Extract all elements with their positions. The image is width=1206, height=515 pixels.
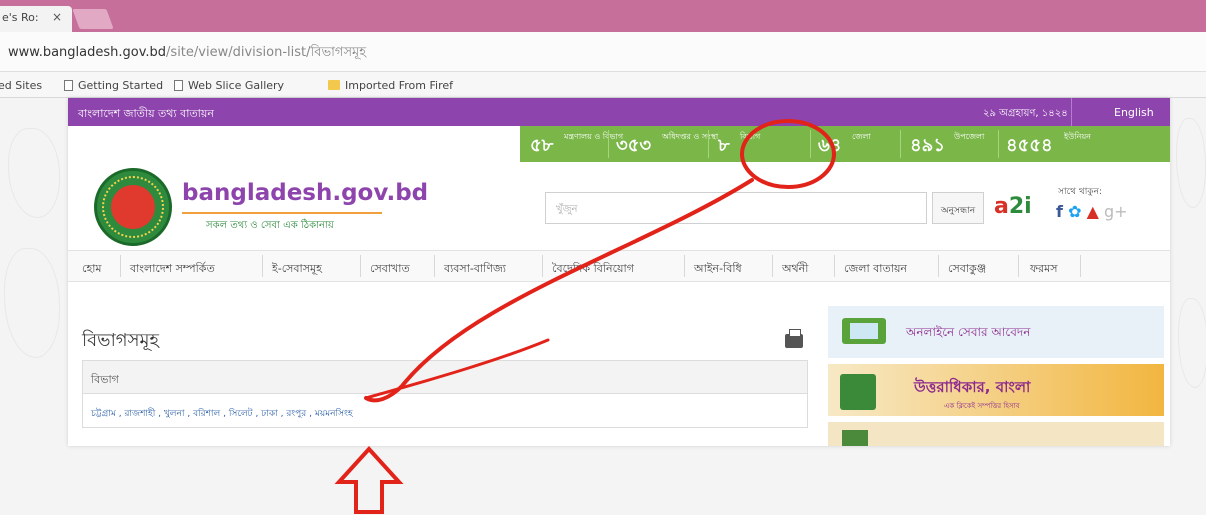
browser-tab-strip: e's Ro: × <box>0 0 1206 32</box>
nav-business[interactable]: ব্যবসা-বাণিজ্য <box>444 260 506 279</box>
search-button[interactable]: অনুসন্ধান <box>932 192 984 224</box>
browser-tab[interactable]: e's Ro: × <box>0 6 72 32</box>
map-decoration <box>8 128 60 218</box>
banner-label: অনলাইনে সেবার আবেদন <box>906 325 1031 339</box>
site-header: ৫৮ মন্ত্রণালয় ও বিভাগ ৩৫৩ অধিদপ্তর ও সং… <box>68 126 1170 250</box>
youtube-icon[interactable]: ▲ <box>1087 202 1099 221</box>
website: বাংলাদেশ জাতীয় তথ্য বাতায়ন ২৯ অগ্রহায়… <box>68 98 1170 446</box>
share-label: সাথে থাকুন: <box>1058 187 1102 197</box>
banner-icon <box>842 430 868 446</box>
brand-underline <box>182 212 382 214</box>
tab-title: e's Ro: <box>2 11 39 24</box>
address-bar[interactable]: www.bangladesh.gov.bd/site/view/division… <box>0 32 1206 72</box>
stat-upazilas[interactable]: ৪৯১ উপজেলা <box>910 126 990 162</box>
url-path: /site/view/division-list/বিভাগসমূহ <box>166 45 367 60</box>
divider <box>810 130 811 158</box>
social-icons: f ✿ ▲ g+ <box>1056 202 1128 221</box>
divider <box>360 255 361 277</box>
table-header: বিভাগ <box>82 360 808 394</box>
bookmark-item[interactable]: ed Sites <box>0 79 42 92</box>
nav-forms[interactable]: ফরমস <box>1030 260 1057 279</box>
tab-close-icon[interactable]: × <box>52 10 62 24</box>
nav-foreign-investment[interactable]: বৈদেশিক বিনিয়োগ <box>552 260 634 279</box>
screenshot: e's Ro: × www.bangladesh.gov.bd/site/vie… <box>0 0 1206 515</box>
map-decoration <box>1176 118 1206 208</box>
bookmark-item[interactable]: Getting Started <box>64 79 163 92</box>
stat-divisions[interactable]: ৮ বিভাগ <box>716 126 806 162</box>
banner-title: উত্তরাধিকার, বাংলা <box>914 378 1031 396</box>
seal-center <box>111 185 155 229</box>
divider <box>1071 98 1072 126</box>
print-icon[interactable] <box>785 329 803 348</box>
stat-ministries[interactable]: ৫৮ মন্ত্রণালয় ও বিভাগ <box>530 126 623 162</box>
divider <box>684 255 685 277</box>
divider <box>1018 255 1019 277</box>
bookmark-item[interactable]: Imported From Firef <box>328 79 453 92</box>
computer-icon <box>842 318 886 344</box>
portal-name[interactable]: বাংলাদেশ জাতীয় তথ্য বাতায়ন <box>78 105 214 124</box>
a2i-logo[interactable]: a2i <box>994 194 1032 219</box>
map-decoration <box>1178 298 1206 388</box>
nav-service-sectors[interactable]: সেবাখাত <box>370 260 410 279</box>
nav-home[interactable]: হোম <box>82 260 102 279</box>
stat-districts[interactable]: ৬৪ জেলা <box>818 126 892 162</box>
nav-e-services[interactable]: ই-সেবাসমূহ <box>272 260 322 279</box>
nav-district-portal[interactable]: জেলা বাতায়ন <box>844 260 907 279</box>
division-links-row[interactable]: চট্টগ্রাম , রাজশাহী , খুলনা , বরিশাল , স… <box>82 394 808 428</box>
banner-subtitle: এক ক্লিকেই সম্পত্তির হিসাব <box>944 402 1020 410</box>
date-text: ২৯ অগ্রহায়ণ, ১৪২৪ <box>983 108 1068 119</box>
divider <box>938 255 939 277</box>
divider <box>834 255 835 277</box>
search-input[interactable]: খুঁজুন <box>545 192 927 224</box>
site-tagline: সকল তথ্য ও সেবা এক ঠিকানায় <box>206 220 334 231</box>
inheritance-calculator-banner[interactable]: উত্তরাধিকার, বাংলা এক ক্লিকেই সম্পত্তির … <box>828 364 1164 416</box>
government-seal-logo[interactable] <box>94 168 172 246</box>
url-host: www.bangladesh.gov.bd <box>8 45 167 60</box>
divider <box>998 130 999 158</box>
nav-laws[interactable]: আইন-বিধি <box>694 260 742 279</box>
divider <box>708 130 709 158</box>
new-tab-button[interactable] <box>72 9 114 29</box>
nav-finance[interactable]: অর্থনী <box>782 260 808 279</box>
url-text: www.bangladesh.gov.bd/site/view/division… <box>8 43 366 64</box>
bookmarks-bar: ed Sites Getting Started Web Slice Galle… <box>0 72 1206 98</box>
stats-bar: ৫৮ মন্ত্রণালয় ও বিভাগ ৩৫৩ অধিদপ্তর ও সং… <box>520 126 1170 162</box>
bookmark-item[interactable]: Web Slice Gallery <box>174 79 284 92</box>
page-icon <box>64 80 73 91</box>
divider <box>542 255 543 277</box>
map-decoration <box>4 248 60 358</box>
divider <box>1080 255 1081 277</box>
online-service-apply-banner[interactable]: অনলাইনে সেবার আবেদন <box>828 306 1164 358</box>
facebook-icon[interactable]: f <box>1056 202 1063 221</box>
nav-about-bangladesh[interactable]: বাংলাদেশ সম্পর্কিত <box>130 260 215 279</box>
page-icon <box>174 80 183 91</box>
main-navigation: হোম বাংলাদেশ সম্পর্কিত ই-সেবাসমূহ সেবাখা… <box>68 250 1170 282</box>
divider <box>772 255 773 277</box>
folder-icon <box>328 80 340 90</box>
family-icon <box>840 374 876 410</box>
sidebar-banner[interactable] <box>828 422 1164 446</box>
nav-sebakunja[interactable]: সেবাকুঞ্জ <box>948 260 986 279</box>
stat-departments[interactable]: ৩৫৩ অধিদপ্তর ও সংস্থা <box>616 126 718 162</box>
page-title: বিভাগসমূহ <box>82 330 159 351</box>
stat-unions[interactable]: ৪৫৫৪ ইউনিয়ন <box>1006 126 1096 162</box>
divider <box>434 255 435 277</box>
google-plus-icon[interactable]: g+ <box>1104 202 1128 221</box>
site-brand[interactable]: bangladesh.gov.bd <box>182 180 428 206</box>
divider <box>120 255 121 277</box>
divider <box>262 255 263 277</box>
top-strip: বাংলাদেশ জাতীয় তথ্য বাতায়ন ২৯ অগ্রহায়… <box>68 98 1170 126</box>
twitter-icon[interactable]: ✿ <box>1068 202 1081 221</box>
english-link[interactable]: English <box>1114 106 1154 119</box>
divider <box>900 130 901 158</box>
divider <box>608 130 609 158</box>
a2i-text: 2i <box>1008 194 1032 219</box>
